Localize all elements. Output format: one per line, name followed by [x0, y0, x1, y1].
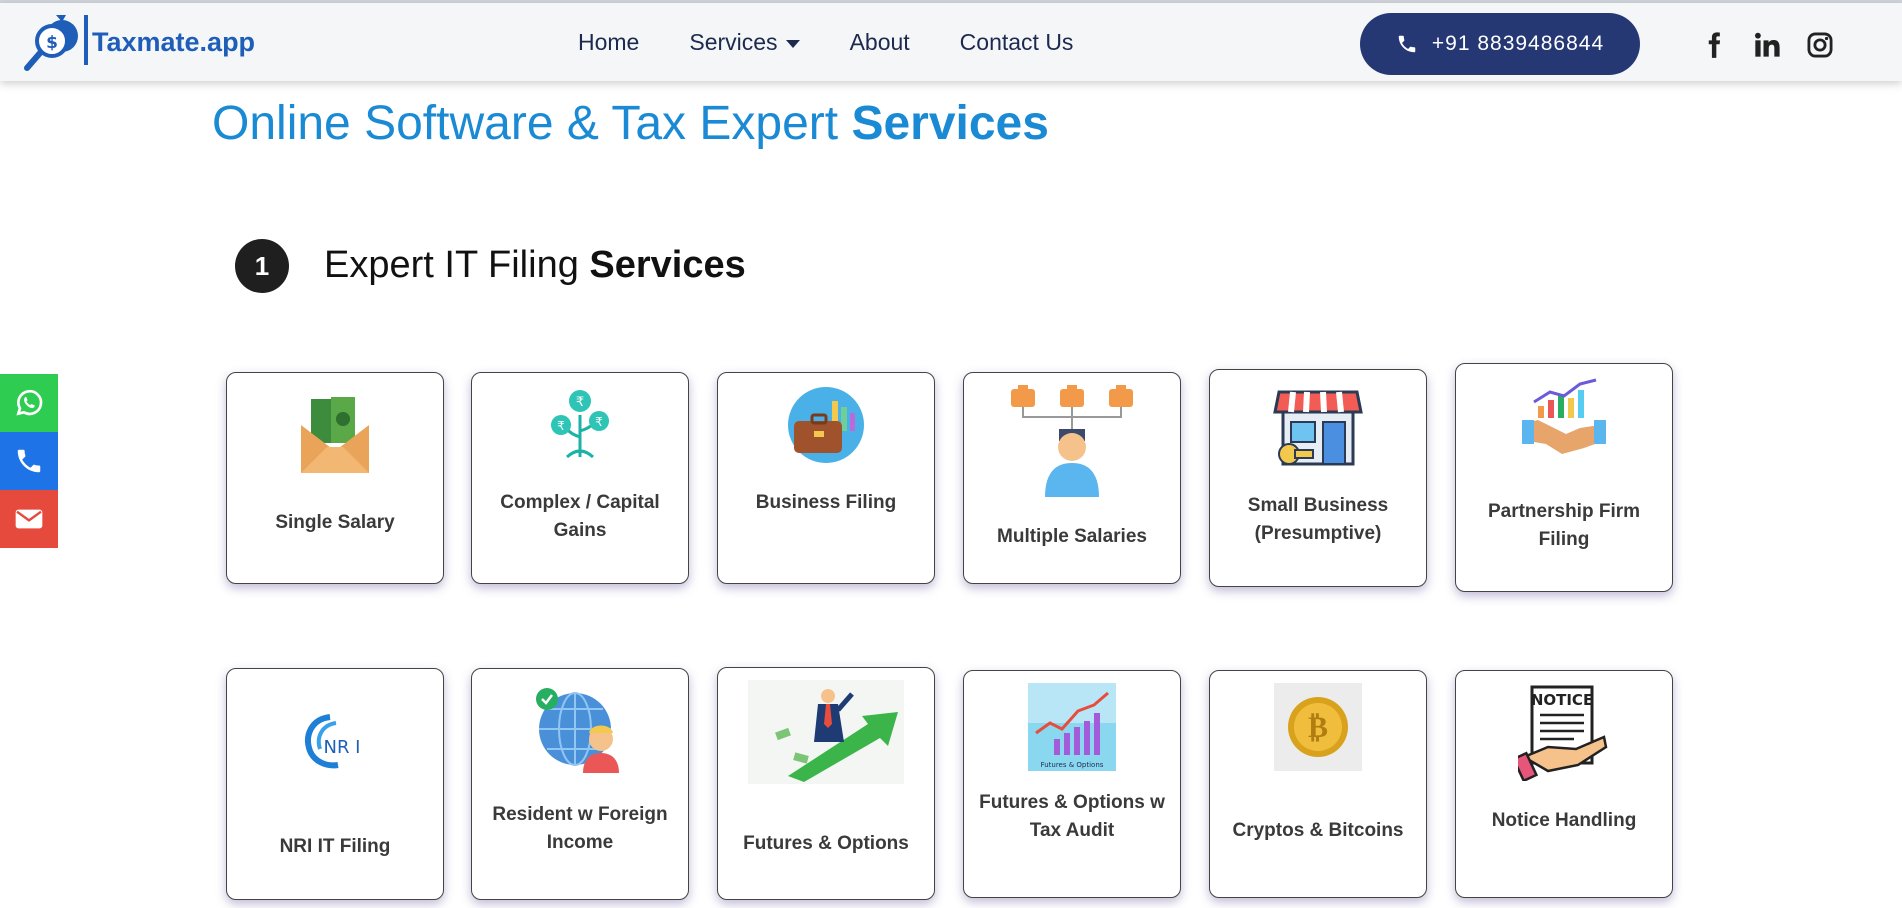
phone-icon — [1398, 35, 1416, 53]
businessman-arrow-icon — [748, 680, 904, 784]
svg-text:₹: ₹ — [576, 395, 584, 410]
service-card-futures-options[interactable]: Futures & Options — [717, 667, 935, 900]
instagram-icon[interactable] — [1806, 31, 1834, 59]
card-label: Single Salary — [275, 512, 395, 533]
nri-logo-icon: NR I — [305, 714, 361, 769]
notice-heading: NOTICE — [1531, 691, 1593, 709]
nav-about[interactable]: About — [850, 29, 910, 56]
whatsapp-button[interactable] — [0, 374, 58, 432]
futures-options-chart-icon: Futures & Options — [1028, 683, 1116, 771]
service-card-nri-filing[interactable]: NR I NRI IT Filing — [226, 668, 444, 900]
service-card-capital-gains[interactable]: ₹ ₹ ₹ Complex / Capital Gains — [471, 372, 689, 584]
site-header: $ Taxmate.app Home Services About Contac… — [0, 3, 1902, 81]
call-phone-button[interactable]: +91 8839486844 — [1360, 13, 1640, 75]
card-label: Complex / Capital Gains — [500, 492, 660, 541]
svg-text:₿: ₿ — [1308, 710, 1328, 745]
futures-options-caption: Futures & Options — [1041, 761, 1104, 769]
salary-envelope-icon — [301, 397, 369, 473]
phone-number: +91 8839486844 — [1431, 32, 1605, 55]
card-label: Futures & Options — [743, 833, 909, 854]
call-side-button[interactable] — [0, 432, 58, 490]
section-title-light: Expert IT Filing — [324, 244, 579, 286]
section-title: Expert IT Filing Services — [324, 244, 746, 287]
svg-text:$: $ — [46, 33, 58, 53]
svg-text:₹: ₹ — [595, 415, 603, 429]
shop-icon — [1273, 390, 1363, 466]
handshake-icon — [1522, 378, 1606, 454]
card-label: Resident w Foreign Income — [492, 804, 668, 853]
card-label: Notice Handling — [1491, 810, 1637, 831]
page-title-light: Online Software & Tax Expert — [212, 97, 839, 150]
facebook-icon[interactable] — [1700, 31, 1728, 59]
card-label: Small Business (Presumptive) — [1247, 495, 1389, 544]
nav-contact[interactable]: Contact Us — [960, 29, 1074, 56]
service-card-partnership-firm[interactable]: Partnership Firm Filing — [1455, 363, 1673, 592]
card-label: Multiple Salaries — [997, 526, 1147, 547]
main-nav: Home Services About Contact Us — [578, 29, 1123, 56]
rupee-plant-icon: ₹ ₹ ₹ — [551, 390, 609, 459]
brand-logo[interactable]: $ Taxmate.app — [22, 11, 255, 73]
nav-services[interactable]: Services — [689, 29, 800, 56]
card-label: NRI IT Filing — [279, 836, 391, 857]
card-label: Business Filing — [755, 492, 897, 513]
envelope-icon — [15, 509, 43, 529]
mail-side-button[interactable] — [0, 490, 58, 548]
caret-down-icon — [785, 39, 800, 48]
service-card-futures-options-audit[interactable]: Futures & Options Futures & Options w Ta… — [963, 670, 1181, 898]
service-card-notice-handling[interactable]: NOTICE Notice Handling — [1455, 670, 1673, 898]
bitcoin-icon: ₿ — [1274, 683, 1362, 771]
card-label: Cryptos & Bitcoins — [1232, 820, 1404, 841]
whatsapp-icon — [16, 389, 43, 416]
card-label: Partnership Firm Filing — [1487, 501, 1641, 550]
service-card-cryptos[interactable]: ₿ Cryptos & Bitcoins — [1209, 670, 1427, 898]
service-card-foreign-income[interactable]: Resident w Foreign Income — [471, 668, 689, 900]
nav-home-label: Home — [578, 29, 640, 55]
service-card-single-salary[interactable]: Single Salary — [226, 372, 444, 584]
notice-hand-icon: NOTICE — [1518, 685, 1608, 781]
svg-text:₹: ₹ — [557, 419, 565, 433]
nri-logo-text: NR I — [323, 737, 360, 758]
step-number-badge: 1 — [235, 239, 289, 293]
service-card-business-filing[interactable]: Business Filing — [717, 372, 935, 584]
money-bag-magnifier-icon: $ — [22, 11, 88, 73]
section-title-bold: Services — [589, 244, 746, 286]
nav-about-label: About — [849, 29, 910, 55]
globe-person-icon — [536, 688, 619, 773]
page-title: Online Software & Tax Expert Services — [212, 96, 1049, 151]
page-title-bold: Services — [851, 97, 1049, 150]
nav-services-label: Services — [689, 29, 778, 55]
nav-home[interactable]: Home — [578, 29, 639, 56]
service-card-multiple-salaries[interactable]: Multiple Salaries — [963, 372, 1181, 584]
phone-icon — [17, 449, 41, 473]
person-briefcases-icon — [1011, 385, 1133, 497]
card-label: Futures & Options w Tax Audit — [979, 792, 1165, 841]
brand-name: Taxmate.app — [92, 26, 256, 57]
nav-contact-label: Contact Us — [959, 29, 1074, 55]
linkedin-icon[interactable] — [1753, 31, 1781, 59]
briefcase-chart-icon — [788, 387, 864, 463]
service-card-small-business[interactable]: Small Business (Presumptive) — [1209, 369, 1427, 587]
